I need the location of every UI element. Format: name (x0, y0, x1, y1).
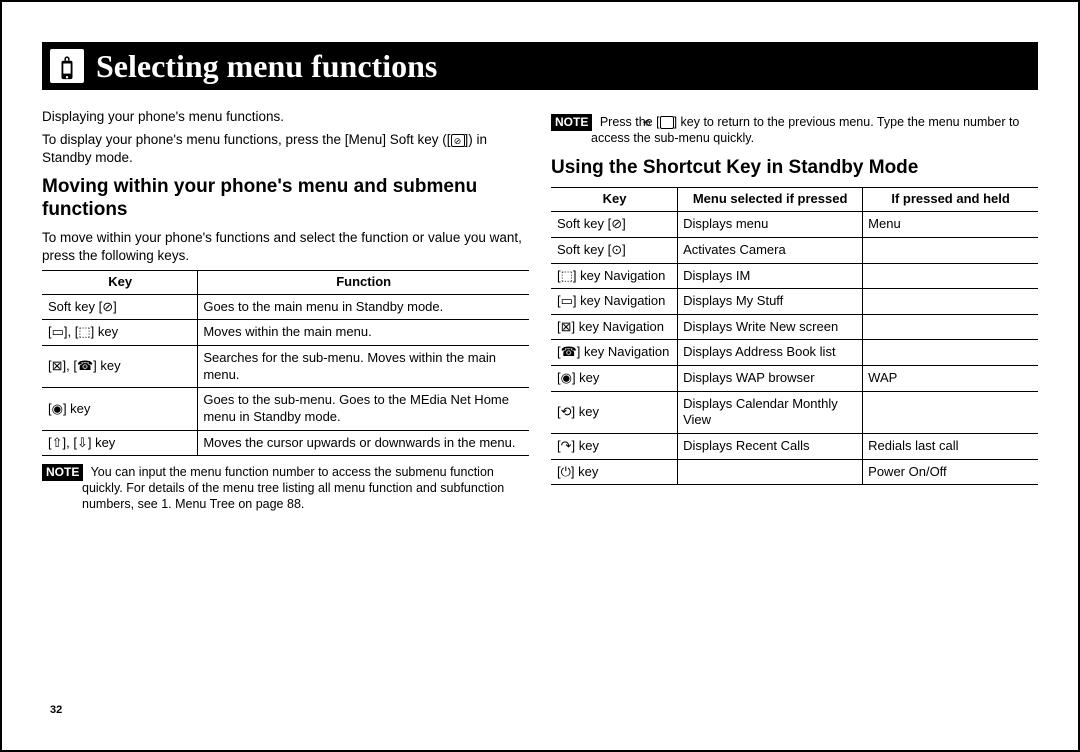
note-previous-menu: NOTE Press the [⟲] key to return to the … (551, 114, 1038, 147)
back-key-icon: ⟲ (660, 116, 674, 129)
table-row: [↷] keyDisplays Recent CallsRedials last… (551, 433, 1038, 459)
title-bar: Selecting menu functions (42, 42, 1038, 90)
col-key: Key (42, 270, 198, 294)
heading-shortcut: Using the Shortcut Key in Standby Mode (551, 157, 1038, 180)
col-function: Function (198, 270, 529, 294)
table-row: [▭] key NavigationDisplays My Stuff (551, 289, 1038, 315)
note-menu-number: NOTE You can input the menu function num… (42, 464, 529, 512)
key-function-table: Key Function Soft key [⊘]Goes to the mai… (42, 270, 529, 456)
softkey-icon: ⊘ (451, 134, 465, 147)
right-column: NOTE Press the [⟲] key to return to the … (551, 108, 1038, 518)
col-key: Key (551, 188, 678, 212)
table-row: [◉] keyDisplays WAP browserWAP (551, 366, 1038, 392)
table-row: [⊠], [☎] keySearches for the sub-menu. M… (42, 346, 529, 388)
table-row: [⊠] key NavigationDisplays Write New scr… (551, 314, 1038, 340)
table-row: [☎] key NavigationDisplays Address Book … (551, 340, 1038, 366)
page-number: 32 (50, 704, 62, 716)
heading-moving: Moving within your phone's menu and subm… (42, 176, 529, 222)
page-title: Selecting menu functions (96, 48, 437, 85)
shortcut-key-table: Key Menu selected if pressed If pressed … (551, 187, 1038, 485)
col-pressed: Menu selected if pressed (678, 188, 863, 212)
left-column: Displaying your phone's menu functions. … (42, 108, 529, 518)
intro-text-2: To display your phone's menu functions, … (42, 131, 529, 166)
table-row: [◉] keyGoes to the sub-menu. Goes to the… (42, 388, 529, 430)
note-label: NOTE (551, 114, 592, 131)
phone-lock-icon (50, 49, 84, 83)
table-header-row: Key Menu selected if pressed If pressed … (551, 188, 1038, 212)
table-header-row: Key Function (42, 270, 529, 294)
table-row: [▭], [⬚] keyMoves within the main menu. (42, 320, 529, 346)
note-label: NOTE (42, 464, 83, 481)
table-row: [⏻] keyPower On/Off (551, 459, 1038, 485)
table-row: Soft key [⊘]Displays menuMenu (551, 212, 1038, 238)
intro-text-1: Displaying your phone's menu functions. (42, 108, 529, 125)
table-row: Soft key [⊘]Goes to the main menu in Sta… (42, 294, 529, 320)
col-held: If pressed and held (863, 188, 1038, 212)
table-row: [⇧], [⇩] keyMoves the cursor upwards or … (42, 430, 529, 456)
table-row: Soft key [⊙]Activates Camera (551, 237, 1038, 263)
table-row: [⬚] key NavigationDisplays IM (551, 263, 1038, 289)
moving-intro: To move within your phone's functions an… (42, 229, 529, 264)
table-row: [⟲] keyDisplays Calendar Monthly View (551, 391, 1038, 433)
